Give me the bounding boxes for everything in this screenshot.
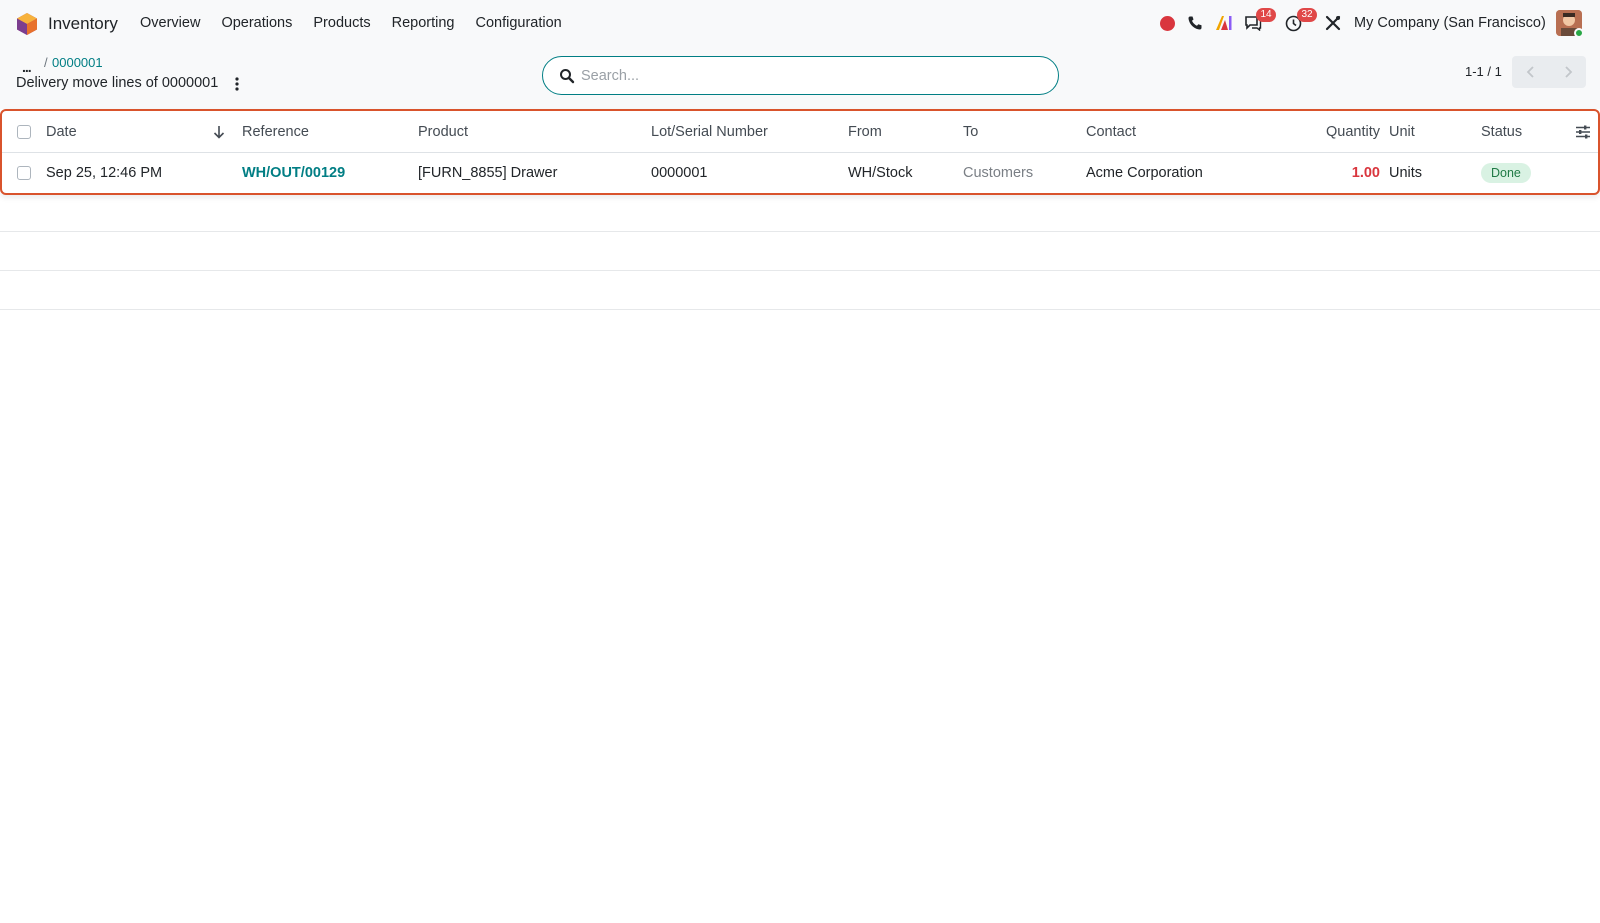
settings-sliders-icon xyxy=(1576,125,1590,138)
breadcrumb-separator: / xyxy=(44,55,48,70)
pager-value[interactable]: 1-1 / 1 xyxy=(1465,64,1502,79)
phone-icon[interactable] xyxy=(1187,15,1203,31)
cell-status: Done xyxy=(1481,153,1531,193)
tools-icon[interactable] xyxy=(1325,15,1341,31)
row-checkbox[interactable] xyxy=(17,166,31,180)
table-header: Date Reference Product Lot/Serial Number… xyxy=(2,111,1598,153)
optional-columns-toggle[interactable] xyxy=(1575,111,1591,152)
record-icon[interactable] xyxy=(1160,16,1175,31)
app-name[interactable]: Inventory xyxy=(48,14,118,34)
status-badge: Done xyxy=(1481,163,1531,183)
menu-overview[interactable]: Overview xyxy=(140,15,200,31)
column-header-quantity[interactable]: Quantity xyxy=(1292,111,1380,152)
cell-product: [FURN_8855] Drawer xyxy=(418,165,558,181)
column-header-unit[interactable]: Unit xyxy=(1389,111,1415,152)
sort-descending-icon xyxy=(213,125,225,139)
column-header-contact[interactable]: Contact xyxy=(1086,111,1136,152)
page-title: Delivery move lines of 0000001 xyxy=(16,75,219,91)
cell-from: WH/Stock xyxy=(848,165,913,181)
empty-row-divider xyxy=(0,309,1600,310)
column-header-date[interactable]: Date xyxy=(46,111,236,152)
select-all-checkbox-cell xyxy=(17,111,31,152)
cell-lot: 0000001 xyxy=(651,165,708,181)
move-lines-table: Date Reference Product Lot/Serial Number… xyxy=(0,109,1600,195)
column-header-reference[interactable]: Reference xyxy=(242,111,309,152)
search-input[interactable] xyxy=(581,65,1041,87)
pager-next-button[interactable] xyxy=(1549,56,1586,88)
search-icon xyxy=(560,69,575,84)
column-header-lot[interactable]: Lot/Serial Number xyxy=(651,111,768,152)
online-status-indicator xyxy=(1574,28,1584,38)
top-navbar: Inventory Overview Operations Products R… xyxy=(0,0,1600,47)
control-panel: ... / 0000001 Delivery move lines of 000… xyxy=(0,47,1600,109)
ai-icon[interactable] xyxy=(1215,15,1233,31)
row-checkbox-cell xyxy=(17,153,31,193)
cell-contact: Acme Corporation xyxy=(1086,165,1203,181)
breadcrumb-lot-link[interactable]: 0000001 xyxy=(52,55,103,70)
select-all-checkbox[interactable] xyxy=(17,124,31,139)
company-switcher[interactable]: My Company (San Francisco) xyxy=(1354,15,1546,31)
cell-quantity: 1.00 xyxy=(1351,165,1380,181)
cell-to: Customers xyxy=(963,165,1034,181)
cell-unit: Units xyxy=(1389,165,1423,181)
empty-row-divider xyxy=(0,270,1600,271)
column-header-from[interactable]: From xyxy=(848,111,882,152)
messages-count-badge: 14 xyxy=(1256,8,1276,22)
activities-count-badge: 32 xyxy=(1297,8,1317,22)
cell-reference-link[interactable]: WH/OUT/00129 xyxy=(242,153,345,193)
column-header-to[interactable]: To xyxy=(963,111,978,152)
menu-configuration[interactable]: Configuration xyxy=(475,15,561,31)
main-menu: Overview Operations Products Reporting C… xyxy=(140,15,583,31)
menu-reporting[interactable]: Reporting xyxy=(392,15,455,31)
menu-operations[interactable]: Operations xyxy=(221,15,292,31)
search-bar xyxy=(542,56,1059,95)
menu-products[interactable]: Products xyxy=(313,15,370,31)
column-header-status[interactable]: Status xyxy=(1481,111,1522,152)
inventory-app-icon[interactable] xyxy=(16,12,38,36)
chevron-left-icon xyxy=(1526,66,1534,78)
breadcrumb-ellipsis[interactable]: ... xyxy=(22,59,32,75)
table-row[interactable]: Sep 25, 12:46 PM WH/OUT/00129 [FURN_8855… xyxy=(2,153,1598,193)
pager-previous-button[interactable] xyxy=(1512,56,1549,88)
column-header-product[interactable]: Product xyxy=(418,111,468,152)
column-label: Date xyxy=(46,123,77,140)
chevron-right-icon xyxy=(1564,66,1572,78)
empty-row-divider xyxy=(0,231,1600,232)
cell-date: Sep 25, 12:46 PM xyxy=(46,165,163,181)
actions-menu-icon[interactable] xyxy=(234,76,240,92)
